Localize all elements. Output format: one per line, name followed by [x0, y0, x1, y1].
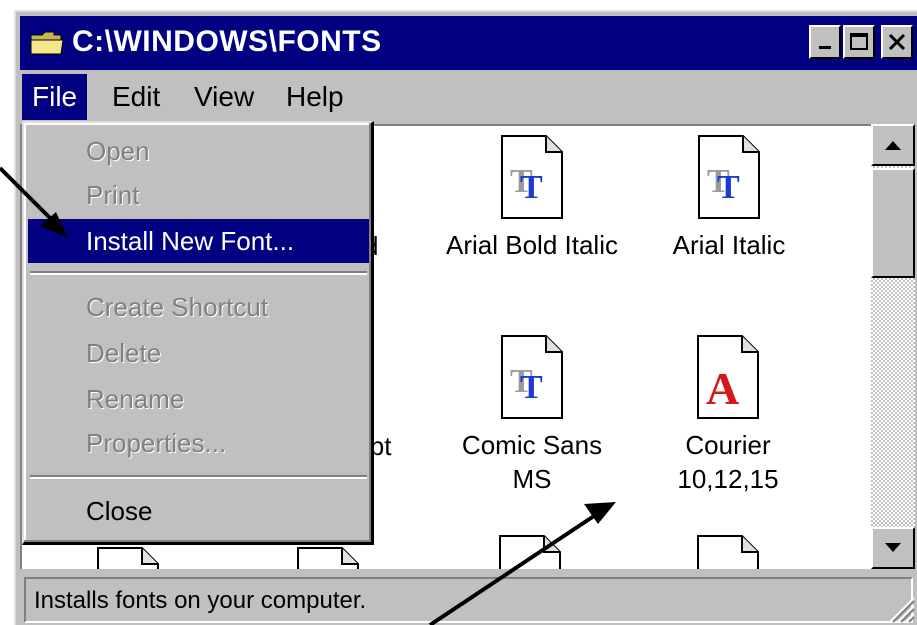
font-item-label: Arial Bold Italic [446, 230, 618, 260]
menu-item-create-shortcut[interactable]: Create Shortcut [28, 285, 369, 329]
scroll-thumb[interactable] [871, 168, 915, 278]
menu-edit[interactable]: Edit [102, 74, 170, 120]
menu-item-install-new-font[interactable]: Install New Font... [28, 219, 369, 263]
minimize-button[interactable] [809, 25, 841, 59]
menu-item-open[interactable]: Open [28, 129, 369, 173]
truetype-font-icon: T T [698, 135, 760, 219]
status-field: Installs fonts on your computer. [24, 577, 913, 623]
truetype-font-icon [97, 547, 159, 569]
truetype-font-icon [297, 547, 359, 569]
menu-bar: File Edit View Help [20, 74, 917, 122]
truetype-font-icon [697, 535, 759, 569]
menu-view[interactable]: View [184, 74, 264, 120]
menu-separator [30, 271, 367, 275]
scroll-up-button[interactable] [871, 124, 915, 166]
title-bar[interactable]: C:\WINDOWS\FONTS [20, 16, 917, 70]
menu-file-label: File [32, 81, 78, 112]
menu-item-label: Properties... [86, 428, 227, 458]
maximize-button[interactable] [843, 25, 875, 59]
menu-item-label: Delete [86, 338, 162, 368]
font-item-courier[interactable]: A Courier 10,12,15 [658, 334, 798, 496]
truetype-font-icon: T T [501, 335, 563, 419]
menu-item-label: Open [86, 136, 150, 166]
truetype-font-icon: T T [501, 135, 563, 219]
close-icon [888, 33, 906, 51]
font-item-label: Comic Sans MS [461, 430, 603, 494]
close-button[interactable] [881, 25, 913, 59]
menu-item-label: Install New Font... [86, 226, 295, 256]
menu-item-label: Create Shortcut [86, 292, 269, 322]
menu-item-rename[interactable]: Rename [28, 377, 369, 421]
svg-text:T: T [520, 169, 543, 206]
vertical-scrollbar[interactable] [871, 124, 915, 569]
menu-item-label: Close [86, 496, 153, 526]
window-title: C:\WINDOWS\FONTS [72, 25, 382, 58]
menu-item-print[interactable]: Print [28, 173, 369, 217]
font-item-comic-sans-ms[interactable]: T T Comic Sans MS [442, 334, 622, 496]
minimize-icon [819, 46, 831, 49]
arrow-up-icon [885, 141, 901, 150]
font-item-arial-italic[interactable]: T T Arial Italic [634, 134, 824, 262]
font-item-arial-bold-italic[interactable]: T T Arial Bold Italic [422, 134, 642, 262]
maximize-icon [850, 33, 868, 50]
menu-view-label: View [194, 81, 255, 112]
truetype-font-icon [499, 535, 561, 569]
menu-item-properties[interactable]: Properties... [28, 421, 369, 465]
folder-icon [30, 31, 64, 55]
menu-item-delete[interactable]: Delete [28, 331, 369, 375]
font-item-label: Arial Italic [672, 230, 786, 260]
svg-text:T: T [520, 369, 543, 406]
arrow-down-icon [885, 543, 901, 552]
menu-help-label: Help [286, 81, 344, 112]
menu-edit-label: Edit [112, 81, 161, 112]
svg-text:A: A [706, 363, 739, 414]
svg-text:T: T [717, 169, 740, 206]
menu-item-label: Rename [86, 384, 185, 414]
status-text: Installs fonts on your computer. [34, 587, 367, 614]
raster-font-icon: A [697, 335, 759, 419]
menu-item-label: Print [86, 180, 140, 210]
status-bar: Installs fonts on your computer. [20, 573, 917, 625]
menu-separator [30, 475, 367, 479]
font-item-label: Courier 10,12,15 [677, 430, 779, 494]
resize-grip-icon[interactable] [885, 593, 915, 623]
menu-file[interactable]: File [22, 74, 88, 120]
menu-item-close[interactable]: Close [28, 489, 369, 533]
file-menu-dropdown: Open Print Install New Font... Create Sh… [22, 121, 374, 545]
scroll-down-button[interactable] [871, 527, 915, 569]
menu-help[interactable]: Help [276, 74, 354, 120]
